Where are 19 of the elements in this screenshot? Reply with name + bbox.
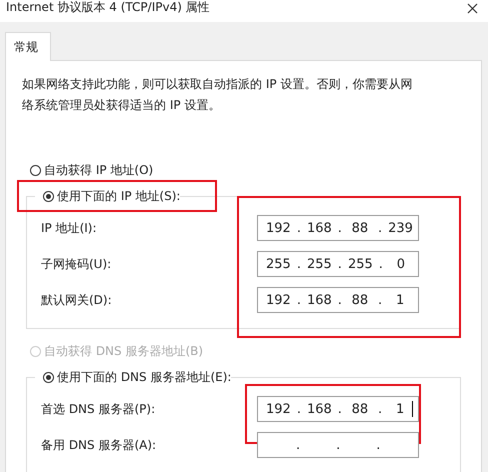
field-label: 首选 DNS 服务器(P): bbox=[41, 400, 156, 418]
ip-address-field[interactable]: 192 . 168 . 88 . 239 bbox=[257, 215, 419, 241]
ip-address-field[interactable]: 192 . 168 . 88 . 1 bbox=[257, 287, 419, 313]
field-value: 255 . 255 . 255 . 0 bbox=[266, 256, 406, 272]
window-title: Internet 协议版本 4 (TCP/IPv4) 属性 bbox=[6, 0, 210, 14]
field-label: IP 地址(I): bbox=[41, 220, 98, 236]
tab[interactable]: 常规 bbox=[5, 32, 51, 61]
field-label: 默认网关(D): bbox=[41, 292, 113, 308]
separator-dots: . . . bbox=[295, 438, 382, 452]
field-label: 子网掩码(U): bbox=[41, 256, 112, 272]
ip-address-field[interactable]: 192 . 168 . 88 . 1 bbox=[257, 396, 419, 422]
ip-address-field[interactable]: . . . bbox=[257, 432, 419, 458]
field-value: 192 . 168 . 88 . 1 bbox=[266, 292, 406, 308]
field-value: 192 . 168 . 88 . 1 bbox=[266, 402, 406, 416]
ip-address-field[interactable]: 255 . 255 . 255 . 0 bbox=[257, 251, 419, 277]
close-icon[interactable] bbox=[467, 3, 478, 14]
field-label: 备用 DNS 服务器(A): bbox=[41, 436, 158, 454]
description-text: 如果网络支持此功能，则可以获取自动指派的 IP 设置。否则，你需要从网络系统管理员处获得适当的 IP 设置。 bbox=[22, 76, 414, 114]
field-value: 192 . 168 . 88 . 239 bbox=[266, 220, 413, 236]
